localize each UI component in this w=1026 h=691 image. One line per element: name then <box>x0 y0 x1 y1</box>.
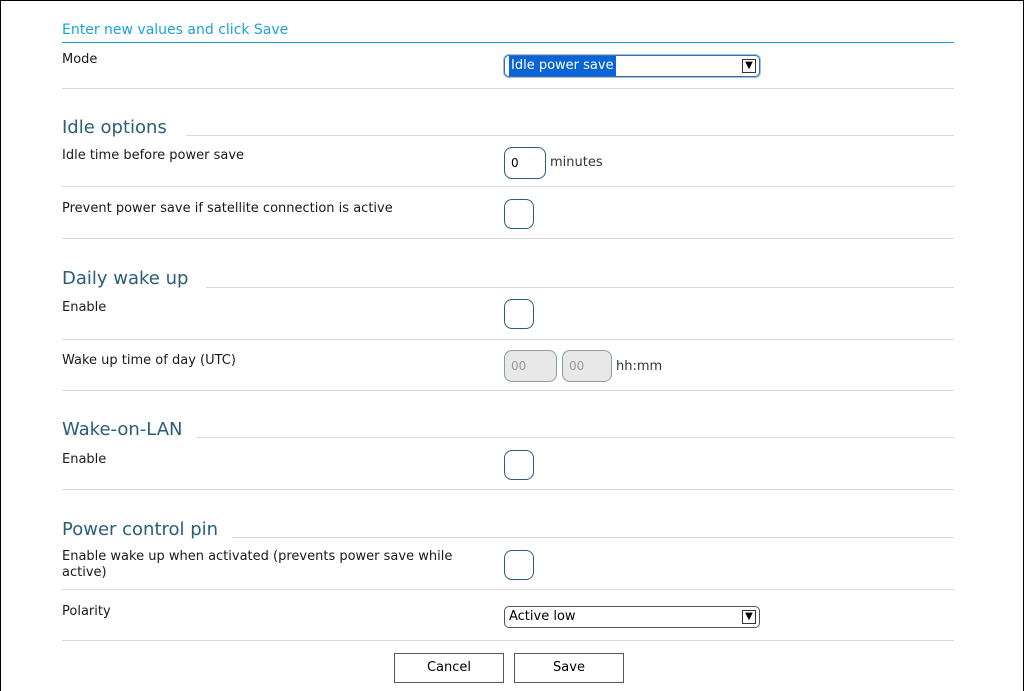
row-divider <box>62 238 954 239</box>
mode-select[interactable]: Idle power save ▼ <box>504 55 760 77</box>
section-title-wake-on-lan: Wake-on-LAN <box>62 419 183 440</box>
section-divider <box>232 537 954 538</box>
chevron-down-icon[interactable]: ▼ <box>742 59 756 73</box>
enable-wake-label: Enable wake up when activated (prevents … <box>62 549 453 580</box>
section-divider <box>206 287 954 288</box>
idle-time-label: Idle time before power save <box>62 148 245 163</box>
daily-wake-enable-checkbox[interactable] <box>504 299 534 329</box>
polarity-select-value: Active low <box>509 609 576 624</box>
row-divider <box>62 589 954 590</box>
section-title-idle-options: Idle options <box>62 117 167 138</box>
wake-on-lan-enable-label: Enable <box>62 452 107 467</box>
row-divider <box>62 640 954 641</box>
section-title-power-control-pin: Power control pin <box>62 519 219 540</box>
row-divider <box>62 186 954 187</box>
prevent-power-save-checkbox[interactable] <box>504 199 534 229</box>
daily-wake-enable-label: Enable <box>62 300 107 315</box>
enable-wake-checkbox[interactable] <box>504 550 534 580</box>
section-title-daily-wake-up: Daily wake up <box>62 268 189 289</box>
row-divider <box>62 390 954 391</box>
polarity-select[interactable]: Active low ▼ <box>504 606 760 628</box>
save-button[interactable]: Save <box>514 653 624 683</box>
form-header-title: Enter new values and click Save <box>62 22 289 38</box>
wake-time-minutes-input[interactable]: 00 <box>562 350 612 382</box>
mode-select-value: Idle power save <box>509 56 616 76</box>
section-divider <box>196 437 954 438</box>
wake-time-hours-input[interactable]: 00 <box>504 350 557 382</box>
page-frame <box>0 0 1024 691</box>
wake-on-lan-enable-checkbox[interactable] <box>504 450 534 480</box>
row-divider <box>62 339 954 340</box>
section-divider <box>186 135 954 136</box>
mode-label: Mode <box>62 52 98 67</box>
cancel-button[interactable]: Cancel <box>394 653 504 683</box>
chevron-down-icon[interactable]: ▼ <box>742 610 756 624</box>
row-divider <box>62 489 954 490</box>
wake-time-format: hh:mm <box>616 359 663 374</box>
idle-time-unit: minutes <box>550 155 603 170</box>
wake-time-label: Wake up time of day (UTC) <box>62 353 236 368</box>
header-divider <box>62 42 954 43</box>
row-divider <box>62 88 954 89</box>
prevent-power-save-label: Prevent power save if satellite connecti… <box>62 201 393 216</box>
polarity-label: Polarity <box>62 604 111 619</box>
idle-time-input[interactable]: 0 <box>504 147 546 179</box>
